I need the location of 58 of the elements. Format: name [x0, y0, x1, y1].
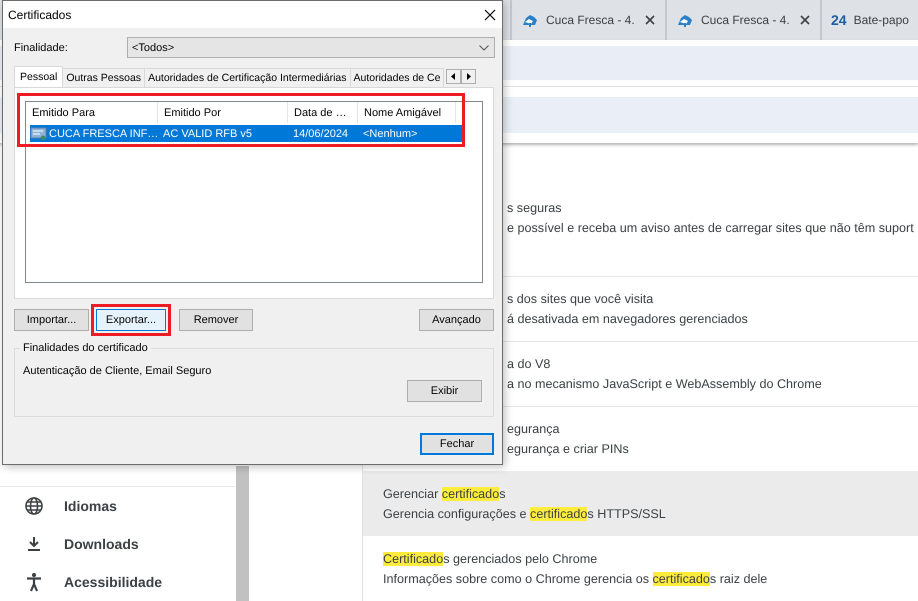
setting-title[interactable]: Gerenciar certificados [383, 486, 506, 501]
chevron-down-icon [479, 44, 489, 50]
window-title: Certificados [8, 8, 72, 22]
dialog-button[interactable]: Exportar... [96, 309, 166, 331]
setting-title[interactable]: s dos sites que você visita [507, 292, 654, 306]
favicon-text: 24 [831, 12, 847, 28]
setting-description: a no mecanismo JavaScript e WebAssembly do Chrome [507, 376, 822, 391]
sidebar-item[interactable]: Downloads [0, 524, 235, 563]
close-icon[interactable] [645, 15, 655, 25]
view-button[interactable]: Exibir [407, 380, 482, 402]
close-icon[interactable] [484, 8, 496, 20]
setting-description: Informações sobre como o Chrome gerencia os certificados raiz dele [383, 572, 768, 586]
logo-icon [521, 12, 539, 28]
group-title: Finalidades do certificado [20, 342, 151, 354]
certificate-list[interactable]: Emitido Para Emitido Por Data de … Nome Amigável CUCA FRESCA INF… AC VALID RFB v5 14/06/2024 <Nenhum> [25, 101, 483, 283]
sidebar-label: Acessibilidade [64, 574, 162, 590]
advanced-button[interactable]: Avançado [419, 309, 494, 331]
scroll-right-icon[interactable] [461, 69, 476, 84]
scrollbar[interactable] [236, 466, 249, 601]
tab[interactable]: Pessoal [14, 66, 64, 87]
sidebar-item[interactable]: Acessibilidade [0, 562, 235, 601]
list-cell-text: 14/06/2024 [292, 126, 350, 142]
settings-row[interactable]: Gerenciar certificados Gerencia configurações e certificados HTTPS/SSL [363, 471, 918, 536]
tab[interactable]: Autoridades de Ce [350, 68, 444, 87]
setting-description: e possível e receba um aviso antes de carregar sites que não têm suport [507, 221, 914, 235]
tab-title: Cuca Fresca - 4. [701, 13, 791, 27]
setting-title[interactable]: Certificados gerenciados pelo Chrome [383, 552, 598, 566]
tab-title: Cuca Fresca - 4. [546, 13, 636, 27]
setting-description: Gerencia configurações e certificados HTTPS/SSL [383, 506, 666, 521]
tab-title: Bate-papo [854, 13, 909, 27]
sidebar-label: Idiomas [64, 498, 117, 514]
column-header[interactable]: Emitido Para [26, 102, 158, 123]
scroll-left-icon[interactable] [446, 69, 462, 84]
purposes-text: Autenticação de Cliente, Email Seguro [23, 365, 212, 377]
sidebar-item[interactable]: Idiomas [0, 486, 235, 525]
column-header[interactable]: Nome Amigável [358, 102, 456, 123]
dialog-button[interactable]: Remover [179, 309, 253, 331]
list-row[interactable]: CUCA FRESCA INF… AC VALID RFB v5 14/06/2024 <Nenhum> [30, 125, 464, 142]
column-header[interactable]: Data de … [288, 102, 358, 123]
sidebar-label: Downloads [64, 536, 139, 552]
setting-title[interactable]: egurança [507, 422, 560, 436]
logo-icon [676, 12, 694, 28]
certificate-icon [30, 126, 48, 142]
list-cell-text: AC VALID RFB v5 [162, 126, 254, 142]
close-icon[interactable] [800, 15, 810, 25]
globe-icon [24, 496, 44, 516]
setting-title[interactable]: s seguras [507, 201, 562, 215]
setting-title[interactable]: a do V8 [507, 356, 550, 371]
field-label: Finalidade: [14, 42, 68, 54]
accessibility-icon [24, 572, 44, 592]
setting-description: egurança e criar PINs [507, 442, 629, 456]
list-cell-text: CUCA FRESCA INF… [48, 126, 158, 142]
setting-description: á desativada em navegadores gerenciados [507, 312, 748, 326]
column-header[interactable]: Emitido Por [158, 102, 288, 123]
list-cell-text: <Nenhum> [362, 126, 418, 142]
dialog-button[interactable]: Importar... [14, 309, 89, 331]
close-button[interactable]: Fechar [420, 433, 494, 455]
purpose-dropdown[interactable]: <Todos> [127, 37, 495, 58]
